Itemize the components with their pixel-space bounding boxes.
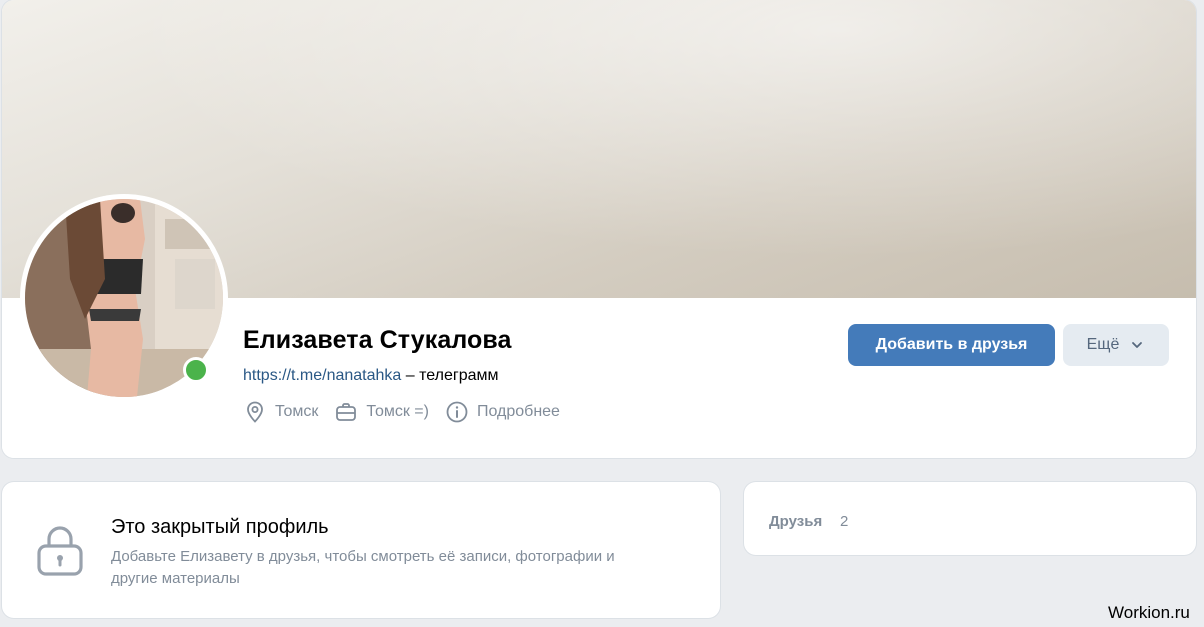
more-button[interactable]: Ещё bbox=[1063, 324, 1169, 366]
status-link[interactable]: https://t.me/nanatahka bbox=[243, 367, 401, 384]
info-icon bbox=[446, 401, 468, 423]
private-profile-card: Это закрытый профиль Добавьте Елизавету … bbox=[2, 482, 720, 618]
friends-count: 2 bbox=[840, 513, 849, 530]
meta-details-label: Подробнее bbox=[476, 403, 560, 420]
watermark: Workion.ru bbox=[1108, 603, 1190, 622]
profile-name: Елизавета Стукалова bbox=[243, 326, 512, 354]
private-profile-title: Это закрытый профиль bbox=[111, 516, 329, 538]
meta-city[interactable]: Томск bbox=[243, 400, 318, 424]
more-button-label: Ещё bbox=[1086, 336, 1120, 353]
profile-status: https://t.me/nanatahka – телеграмм bbox=[243, 367, 499, 385]
chevron-down-icon bbox=[1132, 342, 1143, 348]
meta-details[interactable]: Подробнее bbox=[445, 400, 560, 424]
friends-card[interactable]: Друзья 2 bbox=[744, 482, 1196, 555]
online-indicator bbox=[183, 357, 209, 383]
location-pin-icon bbox=[247, 401, 263, 423]
friends-label: Друзья bbox=[769, 513, 823, 530]
meta-city-label: Томск bbox=[275, 403, 319, 420]
private-profile-description: Добавьте Елизавету в друзья, чтобы смотр… bbox=[111, 548, 615, 587]
lock-icon bbox=[37, 526, 83, 576]
add-friend-button[interactable]: Добавить в друзья bbox=[848, 324, 1055, 366]
briefcase-icon bbox=[336, 403, 357, 421]
meta-work[interactable]: Томск =) bbox=[334, 400, 429, 424]
profile-meta: Томск Томск =) Подробнее bbox=[243, 400, 576, 424]
avatar[interactable] bbox=[20, 194, 228, 402]
meta-work-label: Томск =) bbox=[366, 403, 429, 420]
status-suffix: – телеграмм bbox=[401, 367, 499, 384]
